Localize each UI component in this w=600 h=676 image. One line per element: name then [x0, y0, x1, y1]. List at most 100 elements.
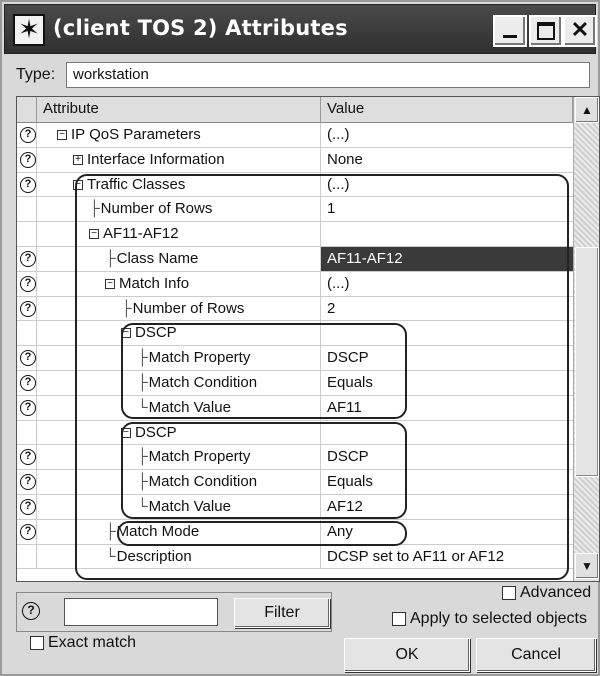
- title-bar[interactable]: ✶ (client TOS 2) Attributes ✕: [4, 4, 597, 54]
- attribute-cell: − Match Info: [37, 271, 321, 296]
- table-row[interactable]: ? ├Match Property DSCP: [17, 346, 573, 371]
- attribute-cell: − IP QoS Parameters: [37, 123, 321, 147]
- table-row[interactable]: ? ├Match Condition Equals: [17, 470, 573, 495]
- table-row[interactable]: ? − Match Info (...): [17, 271, 573, 297]
- value-cell[interactable]: (...): [321, 272, 573, 296]
- table-row[interactable]: ? ├Match Property DSCP: [17, 445, 573, 471]
- attribute-cell: − Traffic Classes: [37, 172, 321, 197]
- ok-button[interactable]: OK: [344, 638, 470, 672]
- attribute-cell: ├Match Condition: [37, 370, 321, 395]
- attribute-label: Match Condition: [148, 373, 258, 391]
- value-cell[interactable]: (...): [321, 173, 573, 197]
- vertical-scrollbar[interactable]: ▲ ▼: [573, 97, 599, 581]
- apply-selected-label: Apply to selected objects: [410, 610, 587, 627]
- table-row[interactable]: ? − IP QoS Parameters (...): [17, 123, 573, 148]
- advanced-checkbox[interactable]: [502, 586, 516, 600]
- help-icon[interactable]: ?: [20, 399, 36, 416]
- help-cell: [17, 420, 37, 445]
- help-icon[interactable]: ?: [20, 176, 36, 193]
- table-row[interactable]: ? ├Class Name AF11-AF12: [17, 246, 573, 272]
- table-row[interactable]: ? ├Number of Rows 2: [17, 296, 573, 322]
- value-cell[interactable]: [321, 222, 573, 246]
- table-row[interactable]: └Description DCSP set to AF11 or AF12: [17, 544, 573, 570]
- help-icon[interactable]: ?: [20, 300, 36, 317]
- help-icon[interactable]: ?: [20, 523, 36, 540]
- attribute-label: Match Value: [148, 398, 231, 416]
- attribute-cell: ├Number of Rows: [37, 296, 321, 321]
- help-icon[interactable]: ?: [20, 474, 36, 491]
- table-row[interactable]: ├Number of Rows 1: [17, 197, 573, 223]
- value-cell[interactable]: AF11-AF12: [321, 246, 573, 271]
- collapse-icon[interactable]: −: [121, 328, 131, 339]
- value-cell[interactable]: Equals: [321, 371, 573, 395]
- value-cell[interactable]: DSCP: [321, 445, 573, 469]
- expand-icon[interactable]: +: [73, 154, 83, 165]
- value-cell[interactable]: 2: [321, 297, 573, 321]
- filter-input[interactable]: [64, 598, 218, 626]
- help-icon[interactable]: ?: [20, 127, 36, 143]
- table-row[interactable]: ? ├Match Mode Any: [17, 519, 573, 545]
- help-icon[interactable]: ?: [20, 498, 36, 515]
- scroll-up-button[interactable]: ▲: [575, 97, 599, 123]
- value-cell[interactable]: (...): [321, 123, 573, 147]
- value-cell[interactable]: DSCP: [321, 346, 573, 370]
- scrollbar-thumb[interactable]: [575, 247, 599, 477]
- attribute-cell: − DSCP: [37, 420, 321, 445]
- help-icon[interactable]: ?: [20, 275, 36, 292]
- attribute-label: Description: [116, 547, 192, 565]
- attribute-label: IP QoS Parameters: [71, 126, 201, 143]
- apply-selected-checkbox[interactable]: [392, 612, 406, 626]
- table-row[interactable]: ? └Match Value AF12: [17, 494, 573, 520]
- table-body: ? − IP QoS Parameters (...)? + Interface Info…: [17, 123, 573, 570]
- close-button[interactable]: ✕: [563, 15, 597, 47]
- header-attribute[interactable]: Attribute: [37, 97, 321, 123]
- cancel-button[interactable]: Cancel: [476, 638, 596, 672]
- exact-match-checkbox[interactable]: [30, 636, 44, 650]
- value-cell[interactable]: None: [321, 148, 573, 172]
- help-icon[interactable]: ?: [20, 151, 36, 168]
- help-cell: ?: [17, 445, 37, 470]
- maximize-button[interactable]: [529, 15, 563, 47]
- value-cell[interactable]: Any: [321, 520, 573, 544]
- help-cell: ?: [17, 395, 37, 420]
- table-row[interactable]: ? ├Match Condition Equals: [17, 370, 573, 396]
- scroll-down-button[interactable]: ▼: [575, 553, 599, 579]
- header-value[interactable]: Value: [321, 97, 573, 123]
- table-row[interactable]: ? − Traffic Classes (...): [17, 172, 573, 198]
- collapse-icon[interactable]: −: [57, 130, 67, 141]
- value-cell[interactable]: AF12: [321, 495, 573, 519]
- value-cell[interactable]: [321, 321, 573, 345]
- value-cell[interactable]: [321, 421, 573, 445]
- help-cell: [17, 197, 37, 222]
- help-cell: ?: [17, 246, 37, 271]
- collapse-icon[interactable]: −: [73, 179, 83, 190]
- collapse-icon[interactable]: −: [89, 229, 99, 240]
- help-icon[interactable]: ?: [20, 350, 36, 367]
- value-cell[interactable]: DCSP set to AF11 or AF12: [321, 545, 573, 569]
- collapse-icon[interactable]: −: [105, 278, 115, 289]
- attributes-table: Attribute Value ? − IP QoS Parameters (...)…: [16, 96, 600, 582]
- attribute-cell: ├Match Condition: [37, 470, 321, 494]
- attribute-label: Traffic Classes: [87, 175, 186, 193]
- help-cell: ?: [17, 370, 37, 395]
- table-row[interactable]: − DSCP: [17, 420, 573, 446]
- table-row[interactable]: − DSCP: [17, 321, 573, 347]
- attribute-cell: └Match Value: [37, 395, 321, 420]
- value-cell[interactable]: Equals: [321, 470, 573, 494]
- attribute-cell: ├Match Property: [37, 445, 321, 470]
- help-icon[interactable]: ?: [20, 250, 36, 267]
- tree-branch-icon: ├: [105, 522, 116, 540]
- attribute-label: Class Name: [116, 249, 199, 267]
- table-row[interactable]: ? + Interface Information None: [17, 147, 573, 173]
- help-icon[interactable]: ?: [22, 602, 40, 620]
- help-icon[interactable]: ?: [20, 449, 36, 466]
- maximize-icon: [537, 22, 555, 40]
- value-cell[interactable]: 1: [321, 197, 573, 221]
- value-cell[interactable]: AF11: [321, 396, 573, 420]
- help-icon[interactable]: ?: [20, 374, 36, 391]
- table-row[interactable]: − AF11-AF12: [17, 222, 573, 247]
- collapse-icon[interactable]: −: [121, 427, 131, 438]
- minimize-button[interactable]: [493, 15, 527, 47]
- filter-button[interactable]: Filter: [234, 598, 330, 628]
- table-row[interactable]: ? └Match Value AF11: [17, 395, 573, 421]
